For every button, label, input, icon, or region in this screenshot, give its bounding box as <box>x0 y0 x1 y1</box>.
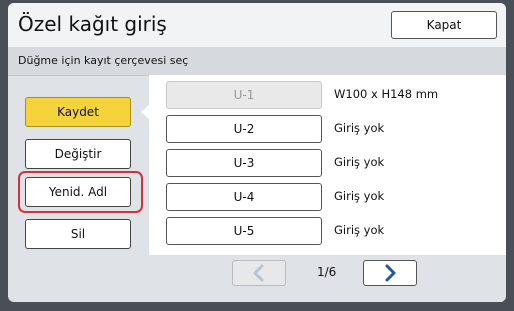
panel-pointer <box>141 104 150 120</box>
chevron-right-icon <box>385 264 396 282</box>
slot-info-u2: Giriş yok <box>334 121 385 135</box>
save-button[interactable]: Kaydet <box>25 97 131 127</box>
slot-info-u5: Giriş yok <box>334 223 385 237</box>
instruction-bar: Düğme için kayıt çerçevesi seç <box>8 47 506 76</box>
slot-info-u1: W100 x H148 mm <box>334 87 439 101</box>
close-button[interactable]: Kapat <box>391 11 497 39</box>
page-indicator: 1/6 <box>317 265 337 279</box>
chevron-left-icon <box>253 264 264 282</box>
slot-info-u3: Giriş yok <box>334 155 385 169</box>
dialog-frame: Özel kağıt giriş Kapat Düğme için kayıt … <box>8 3 506 302</box>
slot-button-u5[interactable]: U-5 <box>166 217 322 245</box>
rename-button[interactable]: Yenid. Adl <box>25 177 131 207</box>
instruction-text: Düğme için kayıt çerçevesi seç <box>18 54 189 67</box>
dialog-header: Özel kağıt giriş Kapat <box>8 3 506 48</box>
delete-button[interactable]: Sil <box>25 219 131 249</box>
slot-button-u4[interactable]: U-4 <box>166 183 322 211</box>
slot-button-u3[interactable]: U-3 <box>166 149 322 177</box>
slot-info-u4: Giriş yok <box>334 189 385 203</box>
slot-button-u1[interactable]: U-1 <box>166 81 322 109</box>
dialog-title: Özel kağıt giriş <box>18 12 167 36</box>
slot-button-u2[interactable]: U-2 <box>166 115 322 143</box>
next-page-button[interactable] <box>363 260 417 286</box>
previous-page-button[interactable] <box>232 260 286 286</box>
change-button[interactable]: Değiştir <box>25 139 131 169</box>
